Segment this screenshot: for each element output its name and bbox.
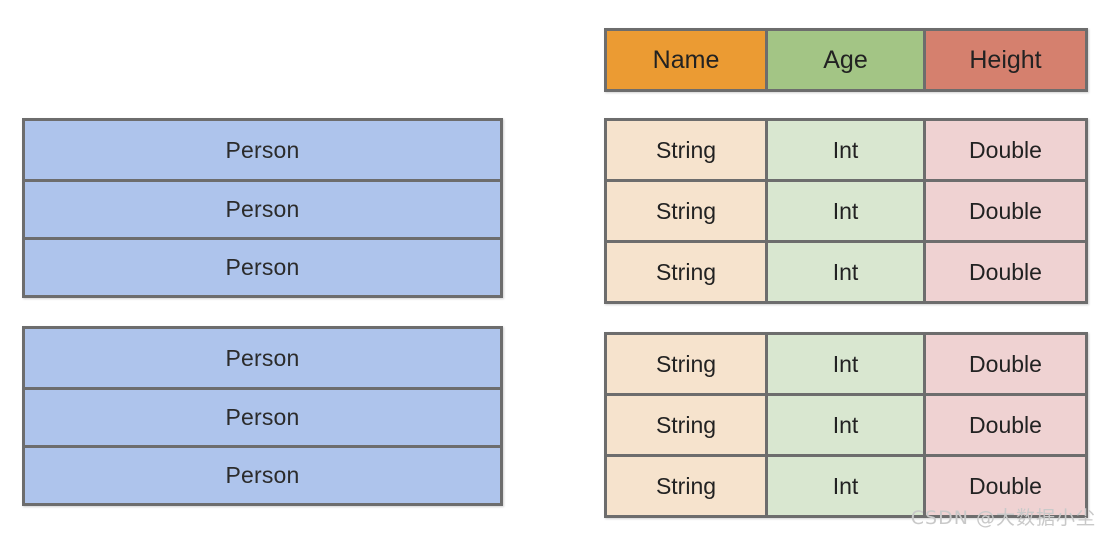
watermark: CSDN @大数据小尘: [910, 507, 1096, 529]
object-instances-column: Person Person Person Person Person Perso…: [22, 118, 503, 506]
cell-age-type: Int: [765, 182, 923, 240]
object-block: Person Person Person: [22, 326, 503, 506]
cell-name-type: String: [607, 182, 765, 240]
table-row: String Int Double: [607, 121, 1085, 179]
cell-age-type: Int: [765, 243, 923, 301]
schema-header-row: Name Age Height: [607, 31, 1085, 89]
column-header-name: Name: [607, 31, 765, 89]
object-row: Person: [25, 179, 500, 237]
cell-age-type: Int: [765, 396, 923, 454]
schema-header-block: Name Age Height: [604, 28, 1088, 92]
cell-name-type: String: [607, 396, 765, 454]
cell-name-type: String: [607, 335, 765, 393]
object-row: Person: [25, 445, 500, 503]
cell-height-type: Double: [923, 121, 1085, 179]
schema-table-column: Name Age Height String Int Double String…: [604, 28, 1088, 518]
object-block: Person Person Person: [22, 118, 503, 298]
cell-name-type: String: [607, 243, 765, 301]
cell-name-type: String: [607, 121, 765, 179]
table-row: String Int Double: [607, 240, 1085, 301]
object-row: Person: [25, 121, 500, 179]
schema-body-block: String Int Double String Int Double Stri…: [604, 118, 1088, 304]
cell-height-type: Double: [923, 182, 1085, 240]
cell-height-type: Double: [923, 243, 1085, 301]
table-row: String Int Double: [607, 335, 1085, 393]
cell-name-type: String: [607, 457, 765, 515]
cell-height-type: Double: [923, 396, 1085, 454]
cell-age-type: Int: [765, 121, 923, 179]
table-row: String Int Double: [607, 179, 1085, 240]
cell-age-type: Int: [765, 335, 923, 393]
object-row: Person: [25, 329, 500, 387]
schema-body-block: String Int Double String Int Double Stri…: [604, 332, 1088, 518]
object-row: Person: [25, 387, 500, 445]
object-row: Person: [25, 237, 500, 295]
diagram-canvas: Person Person Person Person Person Perso…: [0, 0, 1108, 534]
column-header-age: Age: [765, 31, 923, 89]
table-row: String Int Double: [607, 393, 1085, 454]
column-header-height: Height: [923, 31, 1085, 89]
cell-height-type: Double: [923, 335, 1085, 393]
cell-age-type: Int: [765, 457, 923, 515]
